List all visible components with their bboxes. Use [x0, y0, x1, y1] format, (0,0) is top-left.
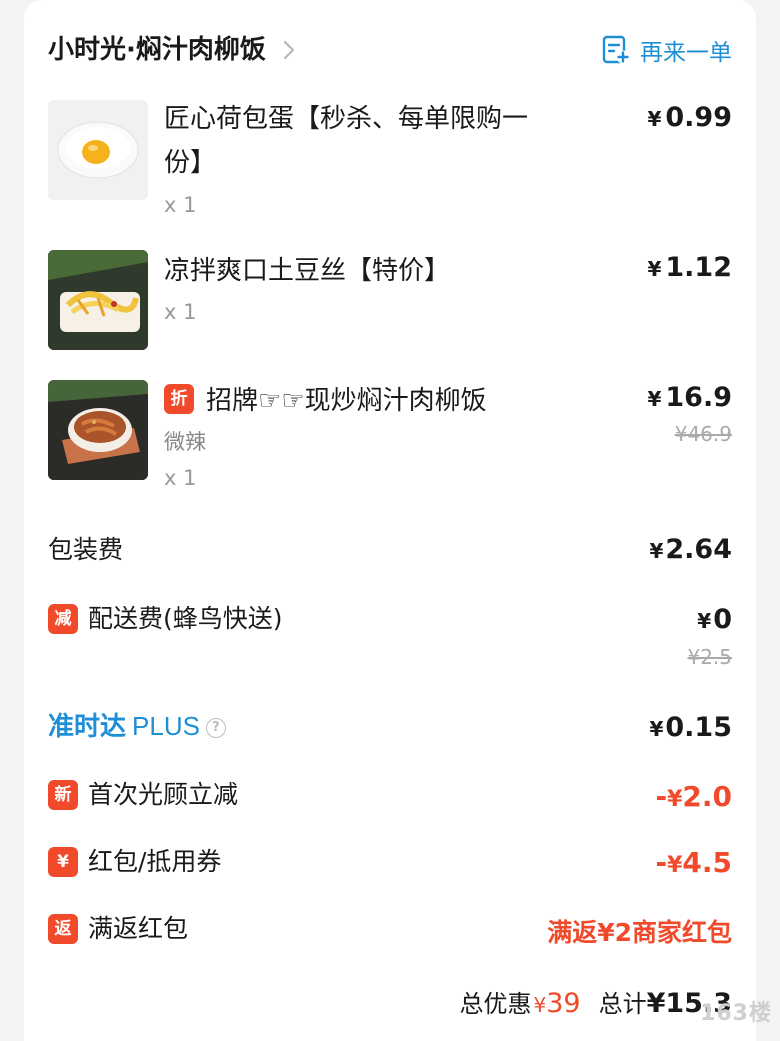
total-discount-label: 总优惠: [459, 990, 532, 1018]
reorder-button[interactable]: 再来一单: [602, 32, 732, 68]
currency-symbol: ¥: [649, 539, 664, 563]
packaging-fee-amount: 2.64: [665, 534, 732, 565]
item-quantity: x 1: [164, 193, 197, 217]
total-discount-amount: ¥39: [533, 988, 580, 1019]
rebate-tag: 返: [48, 914, 78, 944]
currency-symbol: ¥: [647, 257, 662, 281]
item-name-continued: 份】: [164, 148, 217, 178]
item-price-value: 16.9: [665, 382, 732, 413]
item-spec: 微辣: [164, 430, 206, 454]
delivery-fee-value: ¥0: [697, 604, 732, 635]
currency-symbol: ¥: [667, 853, 683, 878]
order-summary: 总优惠 ¥39 总计 ¥15.3: [459, 984, 732, 1019]
rebate-value: 满返¥2商家红包: [547, 918, 732, 947]
item-name: 招牌☞☞现炒焖汁肉柳饭: [206, 386, 487, 416]
item-price: ¥1.12: [647, 252, 732, 283]
item-quantity: x 1: [164, 300, 197, 324]
currency-symbol: ¥: [697, 609, 712, 633]
new-tag: 新: [48, 780, 78, 810]
item-thumbnail-rice[interactable]: [48, 380, 148, 480]
fried-egg-image: [57, 121, 139, 179]
minus-sign: -: [655, 846, 668, 879]
delivery-fee-amount: 0: [713, 604, 732, 635]
currency-symbol: ¥: [649, 717, 664, 741]
item-price-value: 1.12: [665, 252, 732, 283]
item-original-price: ¥46.9: [674, 422, 732, 446]
potato-shreds-image: [48, 250, 148, 350]
pork-rice-image: [48, 380, 148, 480]
item-price-value: 0.99: [665, 102, 732, 133]
coupon-amount: 4.5: [682, 846, 732, 879]
item-price: ¥16.9: [647, 382, 732, 413]
packaging-fee-label: 包装费: [48, 535, 124, 564]
help-icon[interactable]: ?: [205, 717, 226, 738]
coupon-tag: ¥: [48, 847, 78, 877]
item-quantity: x 1: [164, 466, 197, 490]
chevron-right-icon[interactable]: [278, 38, 300, 62]
currency-symbol: ¥: [647, 107, 662, 131]
ontime-plus-label[interactable]: 准时达 PLUS?: [48, 708, 226, 745]
currency-symbol: ¥: [667, 787, 683, 812]
first-visit-amount: 2.0: [682, 780, 732, 813]
item-name: 凉拌爽口土豆丝【特价】: [164, 256, 451, 286]
first-visit-discount: -¥2.0: [655, 780, 732, 813]
ontime-fee-value: ¥0.15: [649, 712, 732, 743]
total-discount-value: 39: [546, 988, 581, 1019]
shop-name[interactable]: 小时光·焖汁肉柳饭: [48, 32, 266, 68]
delivery-fee-original: ¥2.5: [687, 645, 732, 669]
order-card: 小时光·焖汁肉柳饭 再来一单 匠心荷包蛋【秒杀、每单限购一 份】 x 1 ¥0.…: [24, 0, 756, 1041]
ontime-label-text: 准时达: [48, 712, 127, 742]
currency-symbol: ¥: [533, 993, 547, 1017]
total-label: 总计: [598, 990, 647, 1018]
reorder-label: 再来一单: [640, 40, 732, 66]
coupon-discount: -¥4.5: [655, 846, 732, 879]
discount-tag: 折: [164, 384, 194, 414]
rebate-label: 满返红包: [88, 914, 189, 943]
packaging-fee-value: ¥2.64: [649, 534, 732, 565]
currency-symbol: ¥: [647, 387, 662, 411]
ontime-fee-amount: 0.15: [665, 712, 732, 743]
currency-symbol: ¥: [646, 988, 666, 1019]
plus-suffix: PLUS: [132, 711, 200, 741]
delivery-fee-label: 配送费(蜂鸟快送): [88, 604, 283, 633]
reduction-tag: 减: [48, 604, 78, 634]
item-name: 匠心荷包蛋【秒杀、每单限购一: [164, 104, 529, 134]
item-thumbnail-potato[interactable]: [48, 250, 148, 350]
first-visit-label: 首次光顾立减: [88, 780, 239, 809]
item-thumbnail-egg[interactable]: [48, 100, 148, 200]
item-price: ¥0.99: [647, 102, 732, 133]
coupon-label[interactable]: 红包/抵用券: [88, 844, 221, 880]
minus-sign: -: [655, 780, 668, 813]
watermark: 163楼: [700, 1001, 772, 1026]
reorder-icon: [602, 35, 630, 64]
